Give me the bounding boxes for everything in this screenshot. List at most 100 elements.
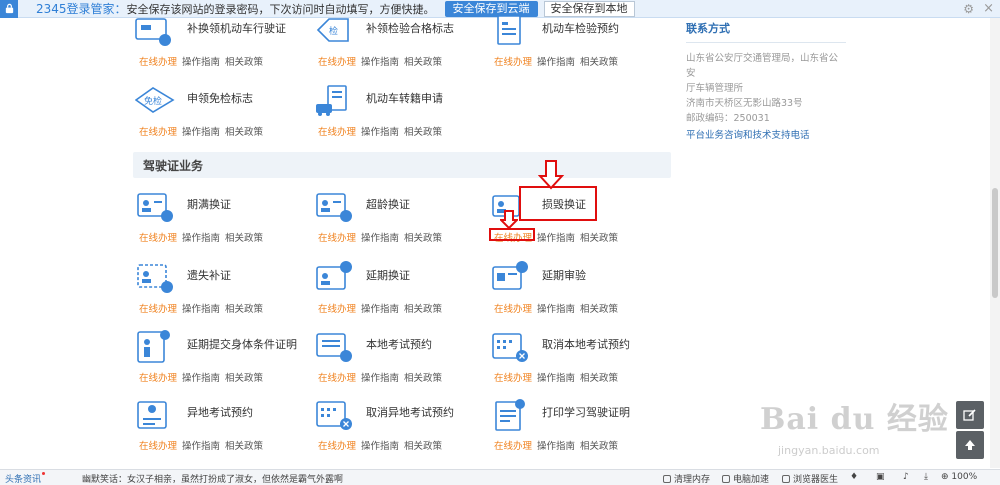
online-handle-link[interactable]: 在线办理 (318, 304, 356, 315)
online-handle-link[interactable]: 在线办理 (494, 304, 532, 315)
guide-link[interactable]: 操作指南 (182, 304, 220, 315)
browser-doctor-button[interactable]: 浏览器医生 (782, 472, 838, 485)
online-handle-link[interactable]: 在线办理 (318, 57, 356, 68)
scrollbar-thumb[interactable] (992, 188, 998, 298)
contact-postcode: 邮政编码：250031 (686, 113, 770, 124)
policy-link[interactable]: 相关政策 (225, 304, 263, 315)
policy-link[interactable]: 相关政策 (580, 57, 618, 68)
service-name[interactable]: 延期提交身体条件证明 (187, 336, 307, 353)
image-icon[interactable]: ▣ (876, 472, 885, 482)
guide-link[interactable]: 操作指南 (182, 233, 220, 244)
guide-link[interactable]: 操作指南 (182, 373, 220, 384)
online-handle-link[interactable]: 在线办理 (318, 233, 356, 244)
edit-button[interactable] (956, 401, 984, 429)
guide-link[interactable]: 操作指南 (537, 57, 575, 68)
service-name[interactable]: 延期换证 (366, 267, 486, 284)
guide-link[interactable]: 操作指南 (361, 304, 399, 315)
close-icon[interactable]: × (983, 1, 994, 16)
guide-link[interactable]: 操作指南 (537, 441, 575, 452)
clean-memory-button[interactable]: 清理内存 (663, 472, 710, 485)
service-name[interactable]: 补领检验合格标志 (366, 20, 486, 37)
service-name[interactable]: 遗失补证 (187, 267, 307, 284)
policy-link[interactable]: 相关政策 (225, 373, 263, 384)
back-to-top-button[interactable] (956, 431, 984, 459)
online-handle-link[interactable]: 在线办理 (139, 127, 177, 138)
guide-link[interactable]: 操作指南 (182, 57, 220, 68)
contact-org-line1: 山东省公安厅交通管理局，山东省公安 (686, 53, 839, 79)
policy-link[interactable]: 相关政策 (404, 373, 442, 384)
policy-link[interactable]: 相关政策 (225, 441, 263, 452)
policy-link[interactable]: 相关政策 (225, 127, 263, 138)
service-name[interactable]: 补换领机动车行驶证 (187, 20, 307, 37)
service-name[interactable]: 本地考试预约 (366, 336, 486, 353)
health-certificate-icon (135, 330, 175, 364)
guide-link[interactable]: 操作指南 (361, 441, 399, 452)
service-name[interactable]: 机动车转籍申请 (366, 90, 486, 107)
game-icon[interactable]: ♦ (850, 472, 858, 482)
guide-link[interactable]: 操作指南 (361, 127, 399, 138)
guide-link[interactable]: 操作指南 (361, 373, 399, 384)
online-handle-link[interactable]: 在线办理 (494, 441, 532, 452)
policy-link[interactable]: 相关政策 (404, 441, 442, 452)
service-name[interactable]: 打印学习驾驶证明 (542, 404, 662, 421)
online-handle-link[interactable]: 在线办理 (318, 127, 356, 138)
volume-icon[interactable]: ♪ (903, 472, 909, 482)
guide-link[interactable]: 操作指南 (361, 233, 399, 244)
policy-link[interactable]: 相关政策 (404, 233, 442, 244)
vertical-scrollbar[interactable] (990, 18, 1000, 468)
guide-link[interactable]: 操作指南 (182, 441, 220, 452)
contact-title: 联系方式 (686, 22, 730, 35)
transfer-icon (314, 84, 354, 118)
policy-link[interactable]: 相关政策 (580, 304, 618, 315)
service-name[interactable]: 申领免检标志 (187, 90, 307, 107)
online-handle-link[interactable]: 在线办理 (139, 441, 177, 452)
arrow-up-icon (965, 440, 975, 450)
gear-icon[interactable]: ⚙ (963, 2, 974, 16)
guide-link[interactable]: 操作指南 (361, 57, 399, 68)
online-handle-link[interactable]: 在线办理 (318, 441, 356, 452)
online-handle-link[interactable]: 在线办理 (494, 57, 532, 68)
contact-panel: 联系方式 山东省公安厅交通管理局，山东省公安 厅车辆管理所 济南市天桥区无影山路… (686, 20, 846, 141)
id-card-clock-icon (135, 190, 175, 224)
service-name[interactable]: 延期审验 (542, 267, 662, 284)
policy-link[interactable]: 相关政策 (225, 233, 263, 244)
policy-link[interactable]: 相关政策 (580, 373, 618, 384)
id-card-age-icon (314, 190, 354, 224)
pc-speedup-button[interactable]: 电脑加速 (722, 472, 769, 485)
online-handle-link[interactable]: 在线办理 (139, 57, 177, 68)
online-handle-link[interactable]: 在线办理 (139, 233, 177, 244)
contact-hotline-link[interactable]: 平台业务咨询和技术支持电话 (686, 127, 846, 141)
annotation-arrow-small-icon (500, 210, 518, 230)
service-name[interactable]: 期满换证 (187, 196, 307, 213)
online-handle-link[interactable]: 在线办理 (139, 373, 177, 384)
service-name[interactable]: 超龄换证 (366, 196, 486, 213)
memory-icon (663, 475, 671, 483)
guide-link[interactable]: 操作指南 (537, 233, 575, 244)
policy-link[interactable]: 相关政策 (225, 57, 263, 68)
save-to-local-button[interactable]: 安全保存到本地 (543, 0, 635, 17)
section-header-driver-license: 驾驶证业务 (133, 152, 671, 178)
service-name[interactable]: 取消异地考试预约 (366, 404, 486, 421)
news-feed-link[interactable]: 头条资讯 (5, 472, 46, 485)
inspection-icon-text: 检 (329, 25, 338, 37)
online-handle-link[interactable]: 在线办理 (494, 373, 532, 384)
service-name[interactable]: 机动车检验预约 (542, 20, 662, 37)
edit-icon (963, 409, 976, 421)
extend-card-icon (314, 261, 354, 295)
guide-link[interactable]: 操作指南 (537, 373, 575, 384)
joke-ticker[interactable]: 幽默笑话：女汉子相亲，虽然打扮成了淑女，但依然是霸气外露啊 (82, 472, 343, 485)
guide-link[interactable]: 操作指南 (182, 127, 220, 138)
policy-link[interactable]: 相关政策 (580, 441, 618, 452)
online-handle-link[interactable]: 在线办理 (318, 373, 356, 384)
guide-link[interactable]: 操作指南 (537, 304, 575, 315)
policy-link[interactable]: 相关政策 (404, 127, 442, 138)
policy-link[interactable]: 相关政策 (404, 304, 442, 315)
service-name[interactable]: 异地考试预约 (187, 404, 307, 421)
policy-link[interactable]: 相关政策 (404, 57, 442, 68)
download-icon[interactable]: ⤓ (924, 472, 928, 482)
service-name[interactable]: 取消本地考试预约 (542, 336, 662, 353)
online-handle-link[interactable]: 在线办理 (139, 304, 177, 315)
policy-link[interactable]: 相关政策 (580, 233, 618, 244)
zoom-control[interactable]: ⊕ 100% (941, 472, 977, 482)
inspection-mark-icon: 检 (314, 14, 354, 48)
